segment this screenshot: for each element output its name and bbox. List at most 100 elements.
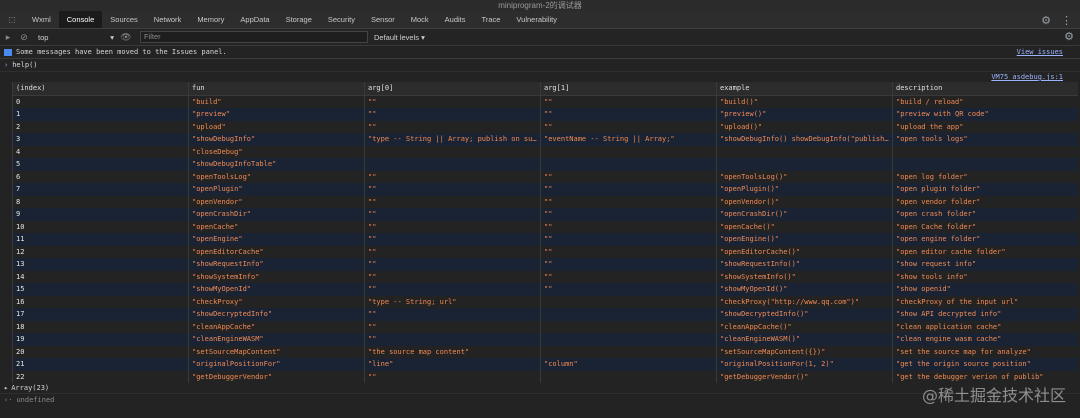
table-cell: 12 [12, 245, 189, 258]
table-cell: "openVendor()" [716, 195, 893, 208]
table-cell: "" [364, 245, 541, 258]
table-row: 2 "upload" "" "" "upload()" "upload the app" [12, 120, 1078, 133]
table-cell: "open Cache folder" [892, 220, 1078, 233]
console-output: Some messages have been moved to the Iss… [0, 46, 1080, 406]
table-cell: "" [364, 95, 541, 108]
source-link[interactable]: VM75 asdebug.js:1 [0, 72, 1080, 82]
tab-sources[interactable]: Sources [102, 11, 146, 28]
table-cell: 6 [12, 170, 189, 183]
column-header[interactable]: description [892, 82, 1078, 96]
window-title: miniprogram-2的调试器 [0, 0, 1080, 11]
table-cell [716, 145, 893, 158]
table-cell [540, 308, 717, 321]
table-cell: "" [364, 195, 541, 208]
tab-trace[interactable]: Trace [474, 11, 509, 28]
table-row: 22 "getDebuggerVendor" "" "getDebuggerVendo… [12, 370, 1078, 383]
context-selector[interactable]: top ▾ [32, 33, 118, 42]
table-cell: "showDebugInfoTable" [188, 158, 365, 171]
clear-console-icon[interactable]: ⊘ [16, 32, 32, 43]
table-cell: "" [364, 170, 541, 183]
table-cell: "build()" [716, 95, 893, 108]
table-cell: 2 [12, 120, 189, 133]
array-summary[interactable]: ▸ Array(23) [0, 383, 1080, 394]
view-issues-link[interactable]: View issues [1017, 48, 1063, 56]
table-cell: "checkProxy("http://www.qq.com")" [716, 295, 893, 308]
tab-console[interactable]: Console [58, 11, 103, 28]
table-cell: "clean engine wasm cache" [892, 333, 1078, 346]
table-cell: 10 [12, 220, 189, 233]
table-cell: "" [540, 245, 717, 258]
table-row: 15 "showMyOpenId" "" "" "showMyOpenId()" "sho… [12, 283, 1078, 296]
table-cell: "originalPositionFor" [188, 358, 365, 371]
table-cell: "cleanEngineWASM()" [716, 333, 893, 346]
table-cell: "getDebuggerVendor()" [716, 370, 893, 383]
tab-appdata[interactable]: AppData [232, 11, 277, 28]
column-header[interactable]: example [716, 82, 893, 96]
more-options-icon[interactable]: ⋮ [1061, 14, 1072, 27]
table-cell [540, 345, 717, 358]
table-cell: "preview" [188, 108, 365, 121]
tab-audits[interactable]: Audits [437, 11, 474, 28]
table-cell: "set the source map for analyze" [892, 345, 1078, 358]
tab-vulnerability[interactable]: Vulnerability [508, 11, 565, 28]
table-cell: "" [540, 283, 717, 296]
table-row: 0 "build" "" "" "build()" "build / reload" [12, 95, 1078, 108]
devtools-tabbar: ⬚ Wxml Console Sources Network Memory AppData… [0, 11, 1080, 29]
tab-wxml[interactable]: Wxml [24, 11, 59, 28]
tab-memory[interactable]: Memory [189, 11, 232, 28]
column-header[interactable]: (index) [12, 82, 189, 96]
tab-storage[interactable]: Storage [278, 11, 320, 28]
table-cell: "showMyOpenId" [188, 283, 365, 296]
column-header[interactable]: arg[1] [540, 82, 717, 96]
table-cell: "preview()" [716, 108, 893, 121]
table-cell: 15 [12, 283, 189, 296]
table-cell: "show tools info" [892, 270, 1078, 283]
table-cell [540, 320, 717, 333]
table-cell: "openVendor" [188, 195, 365, 208]
table-cell: "showDecryptedInfo" [188, 308, 365, 321]
table-cell: "clean application cache" [892, 320, 1078, 333]
console-command: › help() [0, 59, 1080, 72]
table-cell: "open log folder" [892, 170, 1078, 183]
table-cell: "openPlugin" [188, 183, 365, 196]
tab-sensor[interactable]: Sensor [363, 11, 403, 28]
table-cell: "showDebugInfo" [188, 133, 365, 146]
table-row: 16 "checkProxy" "type -- String; url" "chec… [12, 295, 1078, 308]
tab-mock[interactable]: Mock [403, 11, 437, 28]
inspect-element-icon[interactable]: ⬚ [0, 11, 24, 28]
table-cell: "showDecryptedInfo()" [716, 308, 893, 321]
table-cell: "get the origin source position" [892, 358, 1078, 371]
column-header[interactable]: arg[0] [364, 82, 541, 96]
expand-triangle-icon[interactable]: ▸ [4, 384, 8, 392]
filter-input[interactable]: Filter [140, 31, 368, 43]
sidebar-toggle-icon[interactable]: ▸ [0, 32, 16, 43]
live-expression-eye-icon[interactable]: 👁 [118, 32, 134, 43]
table-cell: 13 [12, 258, 189, 271]
table-cell: "" [540, 108, 717, 121]
log-levels-dropdown[interactable]: Default levels ▾ [374, 33, 425, 42]
table-cell: 17 [12, 308, 189, 321]
table-row: 6 "openToolsLog" "" "" "openToolsLog()" "open… [12, 170, 1078, 183]
console-settings-icon[interactable]: ⚙ [1064, 30, 1074, 43]
prompt-chevron-icon: › [4, 61, 9, 69]
table-cell: "openEditorCache()" [716, 245, 893, 258]
table-cell: "column" [540, 358, 717, 371]
table-row: 5 "showDebugInfoTable" [12, 158, 1078, 171]
table-cell: "" [364, 333, 541, 346]
table-cell: "getDebuggerVendor" [188, 370, 365, 383]
table-cell: "" [364, 183, 541, 196]
table-cell: 22 [12, 370, 189, 383]
column-header[interactable]: fun [188, 82, 365, 96]
table-row: 3 "showDebugInfo" "type -- String || Array… [12, 133, 1078, 146]
tab-security[interactable]: Security [320, 11, 363, 28]
settings-gear-icon[interactable]: ⚙ [1041, 14, 1051, 27]
table-cell: "openCache" [188, 220, 365, 233]
table-cell: "setSourceMapContent" [188, 345, 365, 358]
array-label: Array(23) [11, 384, 50, 392]
table-cell: "checkProxy" [188, 295, 365, 308]
table-cell: "openCache()" [716, 220, 893, 233]
table-cell: "" [540, 233, 717, 246]
tab-network[interactable]: Network [146, 11, 190, 28]
table-cell: "open engine folder" [892, 233, 1078, 246]
table-cell: "upload" [188, 120, 365, 133]
